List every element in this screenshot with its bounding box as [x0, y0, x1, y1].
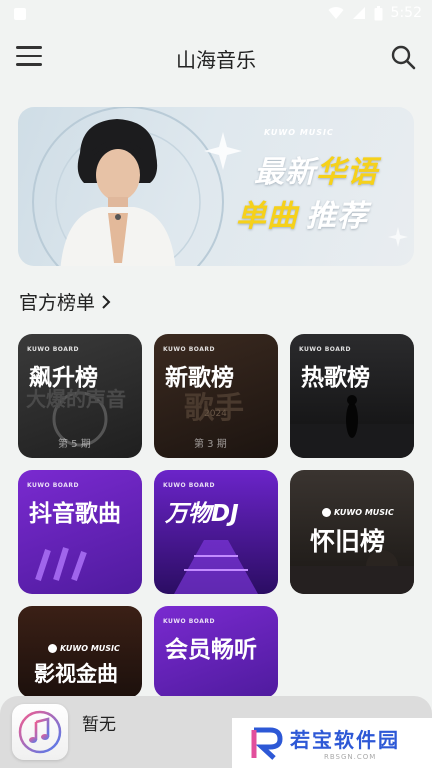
search-icon[interactable] — [390, 44, 416, 70]
status-bar: 5:52 — [0, 0, 432, 30]
card-board-label: KUWO BOARD — [299, 346, 351, 353]
app-bar: 山海音乐 — [0, 30, 432, 84]
card-title: 会员畅听 — [165, 637, 257, 663]
card-board-label: KUWO BOARD — [163, 346, 215, 353]
artist-photo — [60, 119, 176, 266]
card-issue: 第 3 期 — [194, 439, 227, 450]
chart-card-new-songs[interactable]: 歌手 2024 KUWO BOARD 新歌榜 第 3 期 — [154, 334, 278, 458]
watermark-text: 若宝软件园 — [290, 728, 400, 752]
card-issue: 第 5 期 — [58, 439, 91, 450]
card-title: 飙升榜 — [29, 365, 98, 391]
chart-card-douyin[interactable]: KUWO BOARD 抖音歌曲 — [18, 470, 142, 594]
svg-text:2024: 2024 — [204, 409, 227, 419]
chart-card-film-tv[interactable]: KUWO MUSIC 影视金曲 — [18, 606, 142, 698]
card-title: 热歌榜 — [301, 365, 370, 391]
signal-icon — [352, 7, 365, 19]
banner-headline-2: 单曲 推荐 — [236, 199, 368, 234]
card-title: 万物DJ — [165, 501, 239, 527]
card-title: 新歌榜 — [165, 365, 234, 391]
chevron-right-icon — [102, 294, 111, 309]
watermark-url: RBSGN.COM — [324, 753, 377, 761]
section-title: 官方榜单 — [19, 292, 96, 314]
chart-card-soaring[interactable]: 大爆的声音 KUWO BOARD 飙升榜 第 5 期 — [18, 334, 142, 458]
card-title: 影视金曲 — [34, 662, 118, 686]
wifi-icon — [328, 7, 344, 20]
card-title: 怀旧榜 — [310, 527, 386, 556]
card-board-label: KUWO BOARD — [27, 482, 79, 489]
status-icons: 5:52 — [328, 5, 422, 21]
page-title: 山海音乐 — [176, 48, 256, 72]
battery-icon — [374, 5, 383, 20]
card-title: 抖音歌曲 — [29, 501, 121, 527]
kuwo-logo: KUWO MUSIC — [322, 508, 394, 517]
chart-card-dj[interactable]: KUWO BOARD 万物DJ — [154, 470, 278, 594]
status-time: 5:52 — [390, 5, 422, 21]
banner-headline-1: 最新华语 — [254, 155, 378, 190]
featured-banner[interactable]: KUWO MUSIC 最新华语 单曲 推荐 — [18, 107, 414, 266]
card-board-label: KUWO BOARD — [163, 482, 215, 489]
card-board-label: KUWO BOARD — [163, 618, 215, 625]
chart-card-nostalgia[interactable]: KUWO MUSIC 怀旧榜 — [290, 470, 414, 594]
chart-card-vip[interactable]: KUWO BOARD 会员畅听 — [154, 606, 278, 698]
banner-brand: KUWO MUSIC — [264, 128, 334, 137]
notification-icon — [14, 8, 26, 20]
now-playing-title: 暂无 — [82, 715, 116, 735]
album-art[interactable] — [12, 704, 68, 760]
official-charts-header[interactable]: 官方榜单 — [19, 288, 111, 315]
kuwo-logo: KUWO MUSIC — [48, 644, 120, 653]
music-note-icon — [18, 710, 62, 754]
watermark-logo-icon — [251, 727, 283, 760]
chart-card-hot-songs[interactable]: KUWO BOARD 热歌榜 — [290, 334, 414, 458]
watermark: 若宝软件园 RBSGN.COM — [232, 718, 432, 768]
card-board-label: KUWO BOARD — [27, 346, 79, 353]
